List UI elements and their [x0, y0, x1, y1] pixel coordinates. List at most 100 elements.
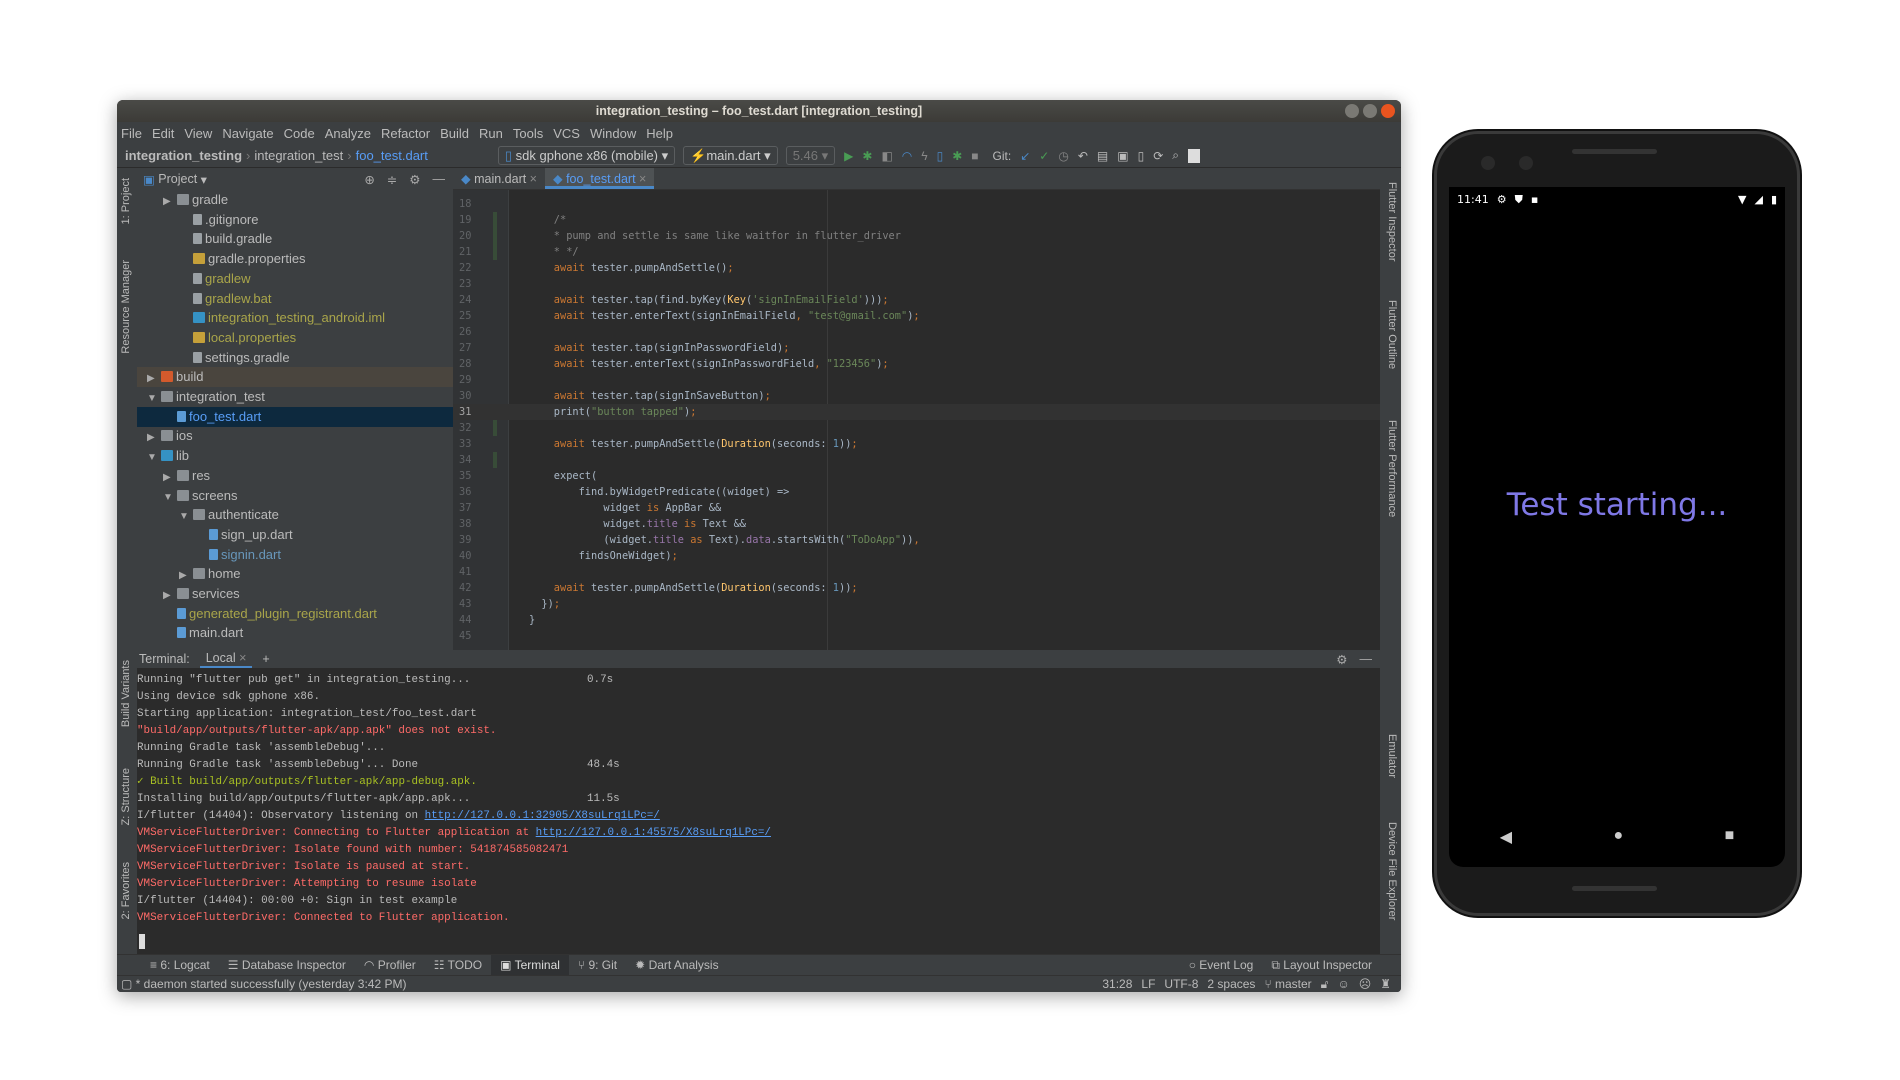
git-update-icon[interactable]: ↙: [1020, 149, 1030, 163]
code-line[interactable]: 40 findsOneWidget);: [453, 548, 1380, 564]
code-line[interactable]: 20 * pump and settle is same like waitfo…: [453, 228, 1380, 244]
caret-position[interactable]: 31:28: [1102, 977, 1132, 992]
account-icon[interactable]: [1187, 148, 1200, 163]
run-config-selector[interactable]: ⚡main.dart ▾: [683, 146, 778, 165]
menu-help[interactable]: Help: [646, 126, 673, 141]
collapse-all-icon[interactable]: ≑: [387, 172, 397, 187]
terminal-output[interactable]: Running "flutter pub get" in integration…: [137, 668, 1380, 954]
code-line[interactable]: 19 /*: [453, 212, 1380, 228]
code-line[interactable]: 29: [453, 372, 1380, 388]
code-line[interactable]: 27 await tester.tap(signInPasswordField)…: [453, 340, 1380, 356]
code-line[interactable]: 22 await tester.pumpAndSettle();: [453, 260, 1380, 276]
code-line[interactable]: 28 await tester.enterText(signInPassword…: [453, 356, 1380, 372]
menu-window[interactable]: Window: [590, 126, 636, 141]
tree-item[interactable]: integration_testing_android.iml: [137, 308, 453, 328]
tool-structure[interactable]: Z: Structure: [120, 768, 132, 825]
close-tab-icon[interactable]: ×: [526, 172, 537, 186]
sync-icon[interactable]: ⟳: [1153, 149, 1163, 163]
tree-item[interactable]: ▶ res: [137, 466, 453, 486]
menu-analyze[interactable]: Analyze: [325, 126, 371, 141]
code-line[interactable]: 24 await tester.tap(find.byKey(Key('sign…: [453, 292, 1380, 308]
tree-item[interactable]: ▼ authenticate: [137, 505, 453, 525]
tree-item[interactable]: signin.dart: [137, 545, 453, 565]
tool-build-variants[interactable]: Build Variants: [120, 660, 132, 727]
tree-item[interactable]: ▶ services: [137, 584, 453, 604]
device-manager-icon[interactable]: ▯: [937, 149, 944, 163]
tree-item[interactable]: ▼ lib: [137, 446, 453, 466]
bottom-tab-event-log[interactable]: ○ Event Log: [1180, 955, 1263, 976]
breadcrumb-folder[interactable]: integration_test: [254, 148, 343, 163]
code-line[interactable]: 34: [453, 452, 1380, 468]
tree-item[interactable]: foo_test.dart: [137, 406, 453, 427]
menu-vcs[interactable]: VCS: [553, 126, 580, 141]
tool-resource-manager[interactable]: Resource Manager: [120, 260, 132, 354]
hot-reload-icon[interactable]: ϟ: [921, 149, 927, 163]
tool-favorites[interactable]: 2: Favorites: [120, 862, 132, 919]
project-view-selector[interactable]: Project: [158, 172, 197, 186]
tree-item[interactable]: local.properties: [137, 328, 453, 348]
terminal-link[interactable]: http://127.0.0.1:32905/X8suLrq1LPc=/: [425, 810, 660, 822]
tree-item[interactable]: gradlew: [137, 269, 453, 289]
code-line[interactable]: 31 print("button tapped");: [453, 404, 1380, 420]
code-line[interactable]: 42 await tester.pumpAndSettle(Duration(s…: [453, 580, 1380, 596]
code-editor[interactable]: 18 19 /* 20 * pump and settle is same like…: [453, 190, 1380, 660]
line-separator[interactable]: LF: [1141, 977, 1155, 992]
tree-item[interactable]: build.gradle: [137, 229, 453, 249]
tree-item[interactable]: .gitignore: [137, 210, 453, 230]
bottom-tab-9-git[interactable]: ⑂ 9: Git: [569, 955, 626, 976]
code-line[interactable]: 33 await tester.pumpAndSettle(Duration(s…: [453, 436, 1380, 452]
gear-icon[interactable]: ⚙: [1336, 652, 1347, 667]
code-line[interactable]: 37 widget is AppBar &&: [453, 500, 1380, 516]
tree-item[interactable]: ▶ build: [137, 367, 453, 388]
file-encoding[interactable]: UTF-8: [1164, 977, 1198, 992]
tree-item[interactable]: ▶ ios: [137, 426, 453, 446]
bottom-tab-dart-analysis[interactable]: ✹ Dart Analysis: [626, 955, 727, 976]
code-line[interactable]: 38 widget.title is Text &&: [453, 516, 1380, 532]
menu-refactor[interactable]: Refactor: [381, 126, 430, 141]
inspector-icon[interactable]: ♜: [1380, 977, 1391, 992]
hide-icon[interactable]: —: [1360, 652, 1373, 667]
project-structure-icon[interactable]: ▤: [1097, 149, 1108, 163]
phone-screen[interactable]: 11:41 ⚙ ⛊ ▪ ▼ ◢ ▮ Test starting... ◀ ● ■: [1449, 187, 1785, 867]
tool-emulator[interactable]: Emulator: [1386, 734, 1398, 778]
close-tab-icon[interactable]: ×: [239, 651, 246, 665]
locate-icon[interactable]: ⊕: [364, 172, 374, 187]
close-button[interactable]: [1381, 104, 1395, 118]
code-line[interactable]: 26: [453, 324, 1380, 340]
tool-flutter-outline[interactable]: Flutter Outline: [1386, 300, 1398, 369]
lock-icon[interactable]: 🔓︎: [1321, 977, 1329, 992]
bottom-tab-layout-inspector[interactable]: ⧉ Layout Inspector: [1262, 955, 1381, 976]
git-rollback-icon[interactable]: ↶: [1078, 149, 1088, 163]
menu-edit[interactable]: Edit: [152, 126, 174, 141]
minimize-button[interactable]: [1345, 104, 1359, 118]
code-line[interactable]: 39 (widget.title as Text).data.startsWit…: [453, 532, 1380, 548]
happy-face-icon[interactable]: ☺: [1337, 977, 1349, 992]
tree-item[interactable]: sign_up.dart: [137, 525, 453, 545]
code-line[interactable]: 25 await tester.enterText(signInEmailFie…: [453, 308, 1380, 324]
code-line[interactable]: 32: [453, 420, 1380, 436]
git-history-icon[interactable]: ◷: [1058, 149, 1068, 163]
tree-item[interactable]: settings.gradle: [137, 348, 453, 368]
menu-build[interactable]: Build: [440, 126, 469, 141]
tree-item[interactable]: gradlew.bat: [137, 289, 453, 309]
search-icon[interactable]: ⌕: [1172, 148, 1179, 163]
bottom-tab-database-inspector[interactable]: ☰ Database Inspector: [219, 955, 355, 976]
tool-device-file-explorer[interactable]: Device File Explorer: [1386, 822, 1398, 920]
attach-debugger-icon[interactable]: ✱: [952, 149, 962, 163]
tab-foo_test-dart[interactable]: ◆ foo_test.dart ×: [544, 168, 655, 189]
sdk-manager-icon[interactable]: ▣: [1117, 149, 1128, 163]
code-line[interactable]: 35 expect(: [453, 468, 1380, 484]
tool-project[interactable]: 1: Project: [120, 178, 132, 224]
device-selector[interactable]: ▯ sdk gphone x86 (mobile) ▾: [497, 146, 676, 165]
code-line[interactable]: 45: [453, 628, 1380, 644]
home-button[interactable]: ●: [1613, 827, 1623, 847]
bottom-tab-profiler[interactable]: ◠ Profiler: [355, 955, 425, 976]
code-line[interactable]: 18: [453, 196, 1380, 212]
code-line[interactable]: 21 * */: [453, 244, 1380, 260]
tree-item[interactable]: gradle.properties: [137, 249, 453, 269]
menu-code[interactable]: Code: [284, 126, 315, 141]
indent-setting[interactable]: 2 spaces: [1207, 977, 1255, 992]
code-line[interactable]: 41: [453, 564, 1380, 580]
code-line[interactable]: 36 find.byWidgetPredicate((widget) =>: [453, 484, 1380, 500]
menu-file[interactable]: File: [121, 126, 142, 141]
